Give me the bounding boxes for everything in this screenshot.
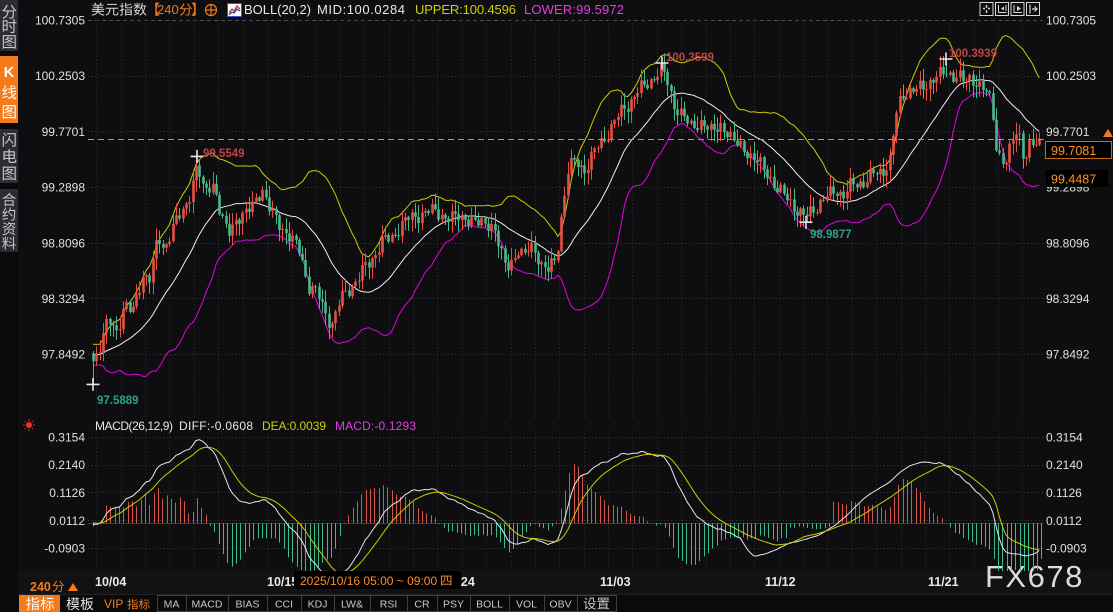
svg-text:11/12: 11/12 [765,575,796,589]
svg-text:100.3939: 100.3939 [949,48,997,60]
svg-text:99.5549: 99.5549 [203,148,245,160]
svg-text:MACD: MACD [192,599,223,611]
svg-text:98.8096: 98.8096 [42,236,86,250]
svg-text:11/21: 11/21 [928,575,959,589]
svg-text:240: 240 [157,2,179,17]
svg-text:99.7081: 99.7081 [1051,144,1096,158]
svg-text:100.7305: 100.7305 [35,14,85,28]
svg-text:2025/10/16 05:00 ~ 09:00: 2025/10/16 05:00 ~ 09:00 [300,574,437,588]
svg-text:VOL: VOL [516,599,537,611]
svg-text:100.2503: 100.2503 [1046,69,1096,83]
svg-text:FX678: FX678 [985,559,1084,594]
svg-text:100.3599: 100.3599 [666,52,714,64]
svg-text:BIAS: BIAS [236,599,260,611]
svg-text:98.3294: 98.3294 [1046,292,1090,306]
svg-text:240: 240 [30,580,51,594]
svg-text:0.1126: 0.1126 [1046,486,1082,500]
svg-text:BOLL: BOLL [476,599,503,611]
svg-text:RSI: RSI [380,599,398,611]
svg-text:99.2898: 99.2898 [42,181,86,195]
svg-text:99.4487: 99.4487 [1051,173,1096,187]
svg-text:MID:100.0284: MID:100.0284 [317,2,405,17]
svg-text:BOLL(20,2): BOLL(20,2) [244,2,311,17]
svg-text:0.1126: 0.1126 [49,486,85,500]
svg-text:LOWER:99.5972: LOWER:99.5972 [524,2,624,17]
svg-text:MACD:-0.1293: MACD:-0.1293 [335,419,416,433]
svg-text:11/03: 11/03 [600,575,631,589]
svg-text:100.7305: 100.7305 [1046,14,1096,28]
svg-text:DEA:0.0039: DEA:0.0039 [262,419,326,433]
svg-text:99.7701: 99.7701 [1046,125,1090,139]
svg-text:DIFF:-0.0608: DIFF:-0.0608 [179,419,253,433]
svg-text:0.3154: 0.3154 [48,431,85,445]
svg-text:0.2140: 0.2140 [48,458,85,472]
svg-text:98.8096: 98.8096 [1046,236,1090,250]
svg-text:CR: CR [414,599,430,611]
svg-text:K: K [4,65,15,81]
svg-text:0.2140: 0.2140 [1046,458,1083,472]
svg-text:PSY: PSY [443,599,464,611]
svg-text:97.8492: 97.8492 [1046,348,1090,362]
svg-text:CCI: CCI [275,599,293,611]
svg-text:98.9877: 98.9877 [810,229,852,241]
svg-text:97.5889: 97.5889 [97,395,139,407]
svg-text:VIP: VIP [104,597,123,611]
svg-text:-0.0903: -0.0903 [44,542,85,556]
svg-text:MACD(26,12,9): MACD(26,12,9) [95,419,173,433]
svg-text:0.0112: 0.0112 [49,514,85,528]
svg-text:99.7701: 99.7701 [42,125,86,139]
svg-text:0.3154: 0.3154 [1046,431,1083,445]
svg-text:-0.0903: -0.0903 [1046,542,1087,556]
svg-text:10/15: 10/15 [267,575,298,589]
svg-text:UPPER:100.4596: UPPER:100.4596 [415,2,516,17]
svg-text:0.0112: 0.0112 [1046,514,1082,528]
svg-text:98.3294: 98.3294 [42,292,86,306]
svg-text:KDJ: KDJ [308,599,328,611]
svg-text:97.8492: 97.8492 [42,348,86,362]
svg-text:100.2503: 100.2503 [35,69,85,83]
svg-text:LW&: LW& [341,599,363,611]
svg-text:10/04: 10/04 [95,575,126,589]
svg-text:OBV: OBV [549,599,571,611]
svg-text:MA: MA [164,599,180,611]
